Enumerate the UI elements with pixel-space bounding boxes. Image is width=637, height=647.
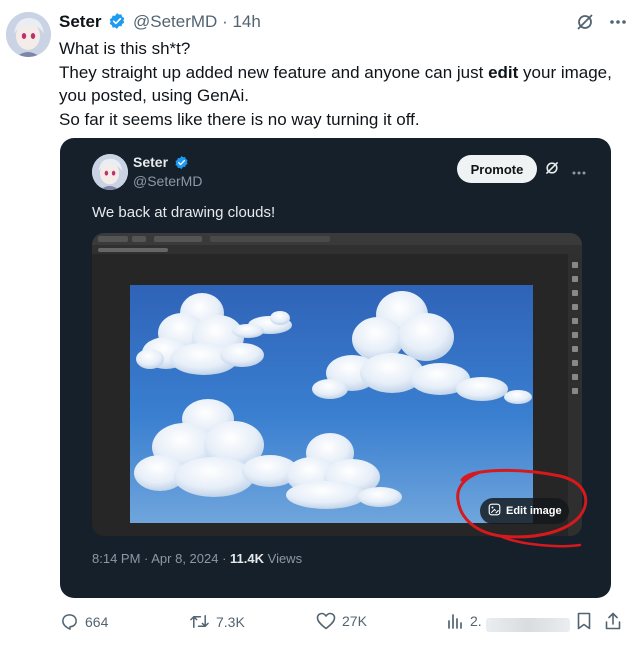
heart-icon — [316, 612, 336, 630]
quoted-grok-icon[interactable] — [544, 160, 560, 181]
repost-icon — [189, 612, 210, 631]
tweet-top-actions — [575, 12, 627, 32]
cloud-painting — [130, 285, 533, 523]
like-count: 27K — [342, 613, 367, 629]
watermark — [486, 618, 570, 632]
app-tab — [154, 236, 202, 242]
views-button[interactable]: 2. — [446, 612, 482, 630]
more-icon[interactable] — [609, 19, 627, 25]
quoted-more-icon[interactable] — [572, 162, 586, 180]
display-name[interactable]: Seter — [59, 12, 102, 31]
repost-count: 7.3K — [216, 613, 245, 630]
edit-image-label: Edit image — [506, 505, 562, 517]
quoted-timestamp[interactable]: 8:14 PM · Apr 8, 2024 · — [92, 551, 230, 566]
tweet-line: What is this sh*t? — [59, 39, 191, 58]
grok-icon[interactable] — [575, 12, 595, 32]
tweet-header: Seter @SeterMD · 14h — [59, 12, 261, 32]
drawing-app-screenshot[interactable] — [92, 233, 582, 536]
verified-badge-icon — [108, 12, 126, 30]
quoted-top-actions — [544, 160, 586, 181]
like-button[interactable]: 27K — [316, 612, 367, 630]
edit-image-icon — [488, 503, 501, 519]
quoted-display-name[interactable]: Seter — [133, 154, 191, 170]
repost-button[interactable]: 7.3K — [189, 612, 245, 631]
tweet-text: What is this sh*t? They straight up adde… — [59, 37, 629, 131]
quoted-views-count: 11.4K — [230, 551, 265, 566]
app-doc-tab — [98, 248, 168, 252]
reply-count: 664 — [85, 613, 109, 630]
share-icon — [605, 612, 621, 630]
quoted-views-label: Views — [264, 551, 303, 566]
bookmark-button[interactable] — [577, 612, 591, 630]
app-tab — [132, 236, 146, 242]
share-button[interactable] — [605, 612, 621, 630]
app-toolbar — [210, 236, 330, 242]
embedded-screenshot[interactable]: Seter @SeterMD Promote We back at drawin… — [60, 138, 611, 598]
tweet-line: So far it seems like there is no way tur… — [59, 109, 420, 129]
analytics-icon — [446, 612, 464, 630]
app-title-bar — [92, 233, 582, 245]
views-count: 2. — [470, 613, 482, 629]
tweet-line: They straight up added new feature and a… — [59, 61, 629, 108]
promote-button[interactable]: Promote — [457, 155, 537, 183]
handle[interactable]: @SeterMD — [133, 12, 217, 31]
reply-icon — [60, 612, 79, 631]
quoted-verified-icon — [174, 155, 189, 170]
edit-image-button[interactable]: Edit image — [480, 498, 569, 524]
quoted-handle[interactable]: @SeterMD — [133, 173, 202, 189]
app-side-toolbar — [568, 254, 582, 536]
quoted-tweet-text: We back at drawing clouds! — [92, 204, 276, 221]
tweet-line-part: They straight up added new feature and a… — [59, 62, 489, 82]
timestamp[interactable]: · 14h — [222, 12, 261, 31]
avatar[interactable] — [6, 12, 51, 57]
quoted-avatar[interactable] — [92, 154, 128, 190]
app-tab — [98, 236, 128, 242]
bookmark-icon — [577, 612, 591, 630]
app-menu-bar — [92, 245, 582, 254]
quoted-name-text: Seter — [133, 154, 169, 170]
reply-button[interactable]: 664 — [60, 612, 108, 631]
tweet-action-bar: 664 7.3K 27K 2. — [60, 612, 630, 638]
tweet-line-bold: edit — [488, 62, 519, 82]
quoted-meta: 8:14 PM · Apr 8, 2024 · 11.4K Views — [92, 551, 302, 566]
